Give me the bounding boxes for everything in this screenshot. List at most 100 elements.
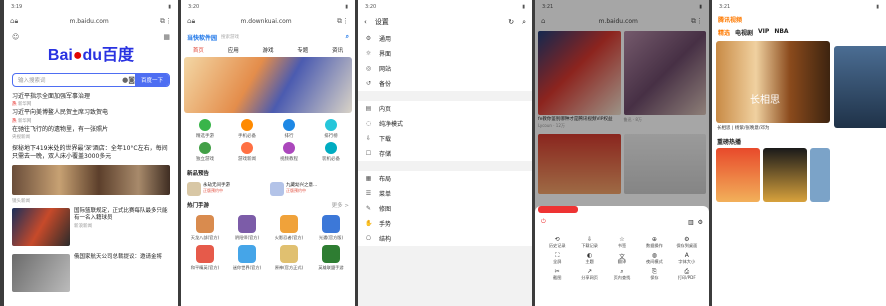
menu-item[interactable]: ☆ 书签 (606, 236, 638, 249)
app-item[interactable]: 火影忍者(官方) (268, 215, 310, 241)
app-item[interactable]: 英雄联盟手游 (310, 245, 352, 271)
tab-news[interactable]: 资讯 (332, 46, 343, 54)
app-icon (238, 215, 256, 233)
tab-tv[interactable]: 电视剧 (735, 28, 753, 37)
reset-icon[interactable]: ↻ (508, 18, 514, 26)
tab-featured[interactable]: 精选 (718, 28, 730, 37)
more-icon[interactable]: ⋮ (165, 17, 172, 25)
app-item[interactable]: 光遇(官方版) (310, 215, 352, 241)
settings-row[interactable]: ☰ 菜单 (358, 186, 532, 201)
menu-item[interactable]: ⎘ 保存 (638, 268, 670, 281)
search-box[interactable]: 输入搜索词 ● ◙ 百度一下 (12, 73, 170, 87)
grid-icon[interactable]: ▥ (688, 219, 694, 226)
menu-item[interactable]: ✂ 截图 (541, 268, 573, 281)
app-item[interactable]: 阴阳师(官方) (226, 215, 268, 241)
tab-games[interactable]: 游戏 (262, 46, 273, 54)
poster[interactable] (716, 148, 760, 202)
settings-row[interactable]: ↺ 备份 (358, 76, 532, 91)
settings-row[interactable]: ▦ 布局 (358, 171, 532, 186)
menu-item[interactable]: ↗ 分享网页 (573, 268, 605, 281)
menu-item[interactable]: ⌕ 页内查找 (606, 268, 638, 281)
poster[interactable] (763, 148, 807, 202)
menu-item[interactable]: ◍ 夜间模式 (638, 252, 670, 265)
tab-bar: 精选 电视剧 VIP NBA (712, 26, 886, 39)
settings-row[interactable]: ◎ 网站 (358, 61, 532, 76)
news-image[interactable] (12, 164, 170, 195)
address-bar[interactable]: ⌂ 🔒︎ m.baidu.com ⧉ ⋮ (4, 13, 178, 29)
news-item[interactable]: 习近平指示全面加强军事治理热 新华网 (12, 93, 170, 109)
category-item[interactable]: 视频教程 (268, 142, 310, 162)
tab-home[interactable]: 首页 (193, 46, 204, 54)
tab-topics[interactable]: 专题 (297, 46, 308, 54)
search-hint[interactable]: 搜索游戏 (217, 34, 346, 40)
hero-banner[interactable]: 长相思 (716, 41, 830, 123)
user-icon[interactable]: ☺ (12, 33, 19, 41)
menu-item[interactable]: ⊕ 数据操作 (638, 236, 670, 249)
settings-row[interactable]: ⚙ 通用 (358, 31, 532, 46)
category-item[interactable]: 独立游戏 (184, 142, 226, 162)
search-input[interactable]: 输入搜索词 (18, 76, 122, 84)
poster[interactable] (810, 148, 830, 202)
settings-row[interactable]: ✎ 修图 (358, 201, 532, 216)
app-item[interactable]: 天龙八部(官方) (184, 215, 226, 241)
battery-icon: ▮ (345, 3, 348, 10)
search-button[interactable]: 百度一下 (134, 74, 169, 86)
news-item[interactable]: 国际篮联规定，正式比赛每队最多只能有一名入籍球员 新浪新闻 (4, 204, 178, 250)
menu-item[interactable]: A 字体大小 (671, 252, 703, 265)
menu-item[interactable]: ⛶ 全屏 (541, 252, 573, 265)
settings-row[interactable]: ▤ 内页 (358, 101, 532, 116)
settings-icon[interactable]: ⚙ (698, 219, 703, 226)
settings-row[interactable]: ☼ 界面 (358, 46, 532, 61)
category-item[interactable]: 游戏新闻 (226, 142, 268, 162)
app-item[interactable]: 原神(官方正式) (268, 245, 310, 271)
menu-icon: ⎙ (684, 268, 690, 275)
preview-card[interactable]: 永劫无间手游 正版预约中 (187, 182, 266, 196)
settings-row[interactable]: ✋ 手势 (358, 216, 532, 231)
qr-icon[interactable]: ▦ (163, 33, 170, 41)
settings-row[interactable]: ⎔ 结构 (358, 231, 532, 246)
app-item[interactable]: 迷你世界(官方) (226, 245, 268, 271)
category-item[interactable]: 排行榜 (310, 119, 352, 139)
preview-card[interactable]: 九藏幼兴之意... 正版预约中 (270, 182, 349, 196)
category-item[interactable]: 精选手游 (184, 119, 226, 139)
news-item[interactable]: 俄国家航天公司总裁提议：邀请金将 (4, 250, 178, 296)
category-item[interactable]: 排行 (268, 119, 310, 139)
menu-item[interactable]: ⇩ 下载记录 (573, 236, 605, 249)
news-item[interactable]: 习近平向美博鳌人民贺主席习致贺电热 新华网 (12, 109, 170, 125)
address-bar[interactable]: ⌂ 🔒︎ m.downkuai.com ⧉ ⋮ (181, 13, 355, 29)
category-item[interactable]: 手机必备 (226, 119, 268, 139)
tab-vip[interactable]: VIP (758, 28, 769, 37)
camera-icon[interactable]: ◙ (128, 76, 135, 84)
back-icon[interactable]: ‹ (364, 18, 367, 26)
url-text[interactable]: m.downkuai.com (195, 18, 337, 25)
side-banner[interactable] (834, 46, 886, 128)
settings-group: ⚙ 通用 ☼ 界面 ◎ 网站 ↺ 备份 (358, 31, 532, 91)
tab-apps[interactable]: 应用 (228, 46, 239, 54)
menu-item[interactable]: ⚙ 保存到桌面 (671, 236, 703, 249)
url-text[interactable]: m.baidu.com (18, 18, 160, 25)
search-icon[interactable]: ⌕ (522, 18, 526, 27)
game-icon (187, 182, 201, 196)
news-item[interactable]: 探秘地下419米处的世界最'深'酒店：全年10°C左右，每间只需去一晚，双人床小… (12, 145, 170, 161)
menu-item[interactable]: 文翻译 (606, 252, 638, 265)
site-logo[interactable]: 当快软件园 (187, 33, 217, 42)
status-bar: 3:19 ▮ (4, 0, 178, 13)
app-icon (280, 245, 298, 263)
settings-row[interactable]: ◌ 纯净模式 (358, 116, 532, 131)
power-icon[interactable]: ⏻ (541, 218, 546, 226)
settings-row[interactable]: ☐ 存储 (358, 146, 532, 161)
tab-nba[interactable]: NBA (774, 28, 788, 37)
app-item[interactable]: 和平精英(官方) (184, 245, 226, 271)
menu-item[interactable]: ⎙ 打印/PDF (671, 268, 703, 281)
settings-row[interactable]: ⇩ 下载 (358, 131, 532, 146)
search-icon[interactable]: ⌕ (346, 33, 349, 41)
more-link[interactable]: 更多 > (332, 201, 349, 209)
category-item[interactable]: 装机必备 (310, 142, 352, 162)
ad-strip[interactable] (538, 206, 578, 213)
category-icon (241, 142, 253, 154)
news-item[interactable]: 在驰往飞行的的遗物里，有一张照片 央视新闻 (12, 126, 170, 142)
more-icon[interactable]: ⋮ (342, 17, 349, 25)
banner[interactable] (184, 57, 352, 113)
menu-item[interactable]: ⟲ 历史记录 (541, 236, 573, 249)
menu-item[interactable]: ◐ 主题 (573, 252, 605, 265)
